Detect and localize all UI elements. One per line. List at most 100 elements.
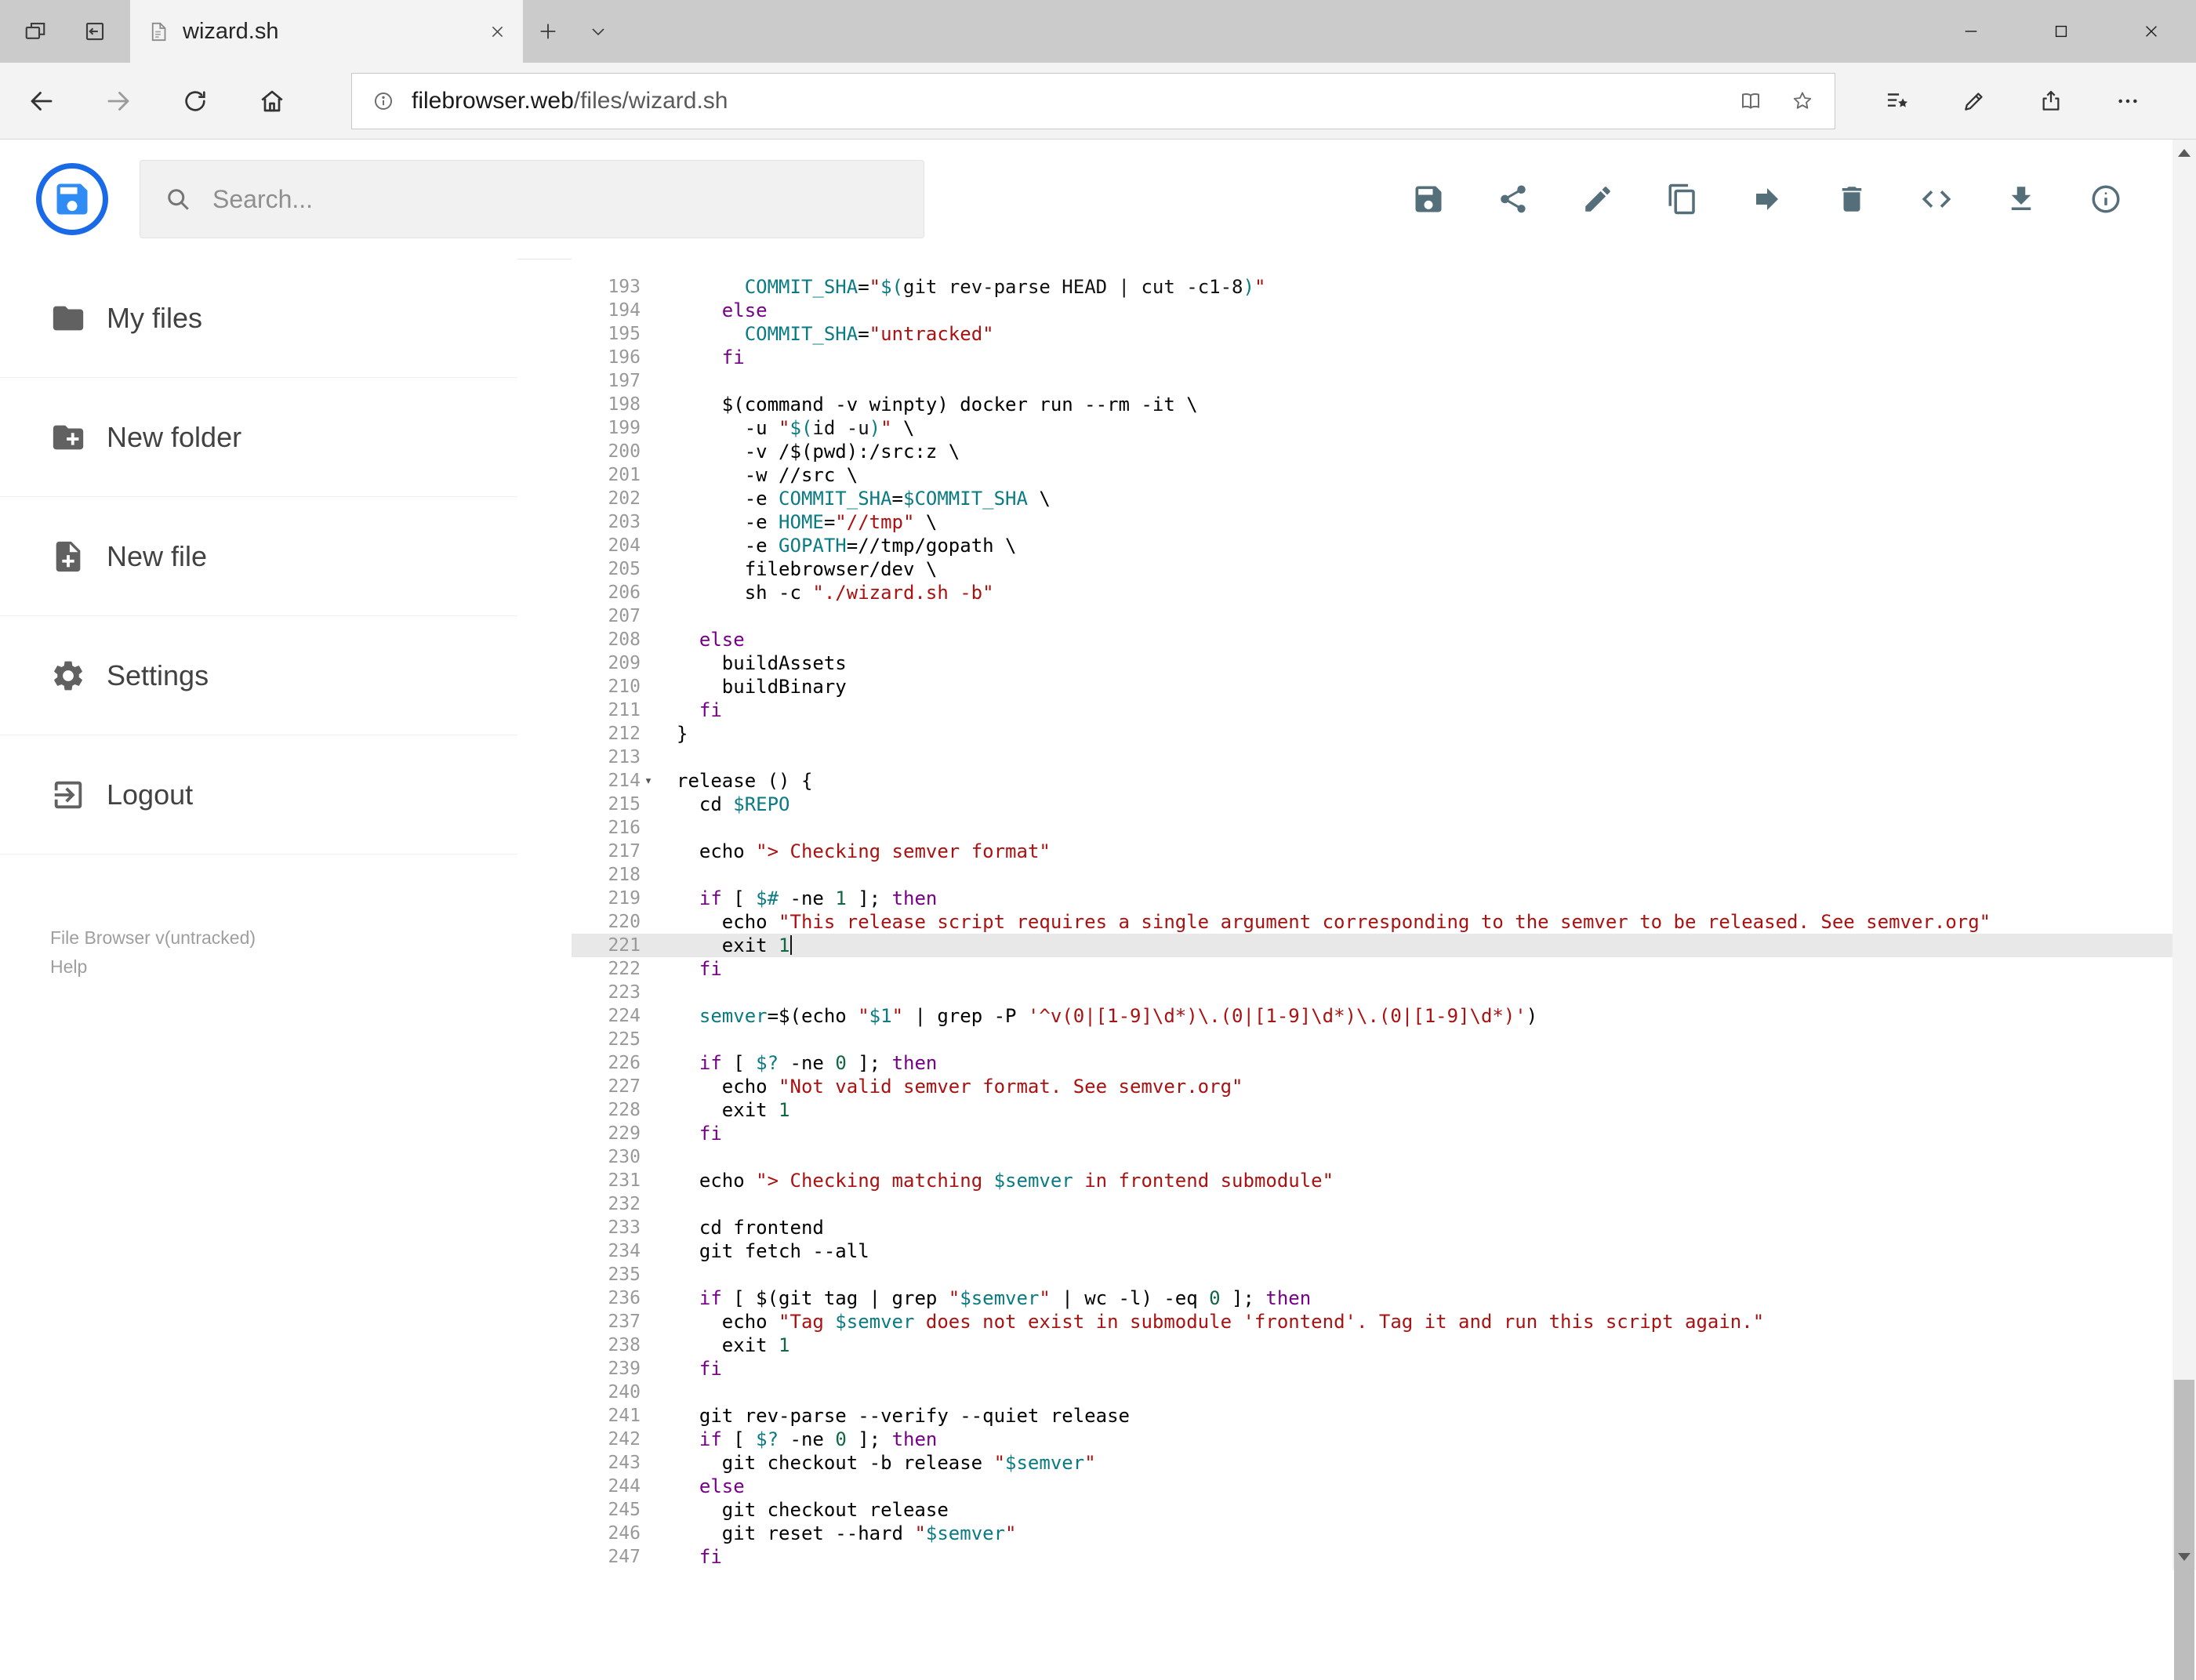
code-line[interactable]: 223 [572,981,2172,1004]
code-line[interactable]: 235 [572,1263,2172,1286]
code-line[interactable]: 197 [572,369,2172,393]
code-line[interactable]: 221 exit 1 [572,934,2172,957]
minimize-button[interactable] [1926,0,2016,63]
code-line[interactable]: 236 if [ $(git tag | grep "$semver" | wc… [572,1286,2172,1310]
code-line[interactable]: 200 -v /$(pwd):/src:z \ [572,440,2172,463]
code-line[interactable]: 245 git checkout release [572,1498,2172,1522]
browser-tab[interactable]: wizard.sh [130,0,523,63]
source-view-button[interactable] [1918,181,1955,217]
set-tabs-aside-icon[interactable] [71,0,119,63]
code-area[interactable]: 193 COMMIT_SHA="$(git rev-parse HEAD | c… [572,259,2172,1569]
code-line[interactable]: 219 if [ $# -ne 1 ]; then [572,887,2172,910]
code-line[interactable]: 246 git reset --hard "$semver" [572,1522,2172,1545]
more-options-icon[interactable] [2099,72,2157,130]
hub-favorites-icon[interactable] [1868,72,1926,130]
code-line[interactable]: 213 [572,746,2172,769]
code-line[interactable]: 231 echo "> Checking matching $semver in… [572,1169,2172,1192]
reading-view-icon[interactable] [1739,89,1762,113]
code-line[interactable]: 238 exit 1 [572,1333,2172,1357]
code-line[interactable]: 242 if [ $? -ne 0 ]; then [572,1428,2172,1451]
code-line[interactable]: 204 -e GOPATH=//tmp/gopath \ [572,534,2172,557]
code-line[interactable]: 205 filebrowser/dev \ [572,557,2172,581]
save-button[interactable] [1410,181,1446,217]
search-input[interactable]: Search... [140,160,924,238]
app-logo[interactable] [36,163,108,235]
tab-list-dropdown-icon[interactable] [573,0,623,63]
tab-preview-icon[interactable] [11,0,60,63]
code-line[interactable]: 243 git checkout -b release "$semver" [572,1451,2172,1475]
code-line[interactable]: 241 git rev-parse --verify --quiet relea… [572,1404,2172,1428]
tab-close-icon[interactable] [489,24,506,40]
download-button[interactable] [2003,181,2039,217]
code-line[interactable]: 207 [572,604,2172,628]
code-line[interactable]: 232 [572,1192,2172,1216]
new-tab-button[interactable] [523,0,573,63]
code-editor[interactable]: 193 COMMIT_SHA="$(git rev-parse HEAD | c… [572,259,2172,1570]
code-line[interactable]: 206 sh -c "./wizard.sh -b" [572,581,2172,604]
code-line[interactable]: 215 cd $REPO [572,793,2172,816]
code-line[interactable]: 239 fi [572,1357,2172,1381]
code-line[interactable]: 209 buildAssets [572,651,2172,675]
sidebar-item-my-files[interactable]: My files [0,259,517,378]
copy-button[interactable] [1664,181,1701,217]
code-line[interactable]: 227 echo "Not valid semver format. See s… [572,1075,2172,1098]
scrollbar-thumb[interactable] [2174,1380,2194,1680]
scroll-up-arrow[interactable] [2172,140,2196,166]
site-info-icon[interactable] [372,90,394,112]
sidebar-item-settings[interactable]: Settings [0,616,517,735]
rename-button[interactable] [1580,181,1616,217]
share-button[interactable] [1495,181,1531,217]
code-line[interactable]: 229 fi [572,1122,2172,1145]
code-line[interactable]: 195 COMMIT_SHA="untracked" [572,322,2172,346]
code-line[interactable]: 216 [572,816,2172,840]
close-button[interactable] [2106,0,2196,63]
favorite-star-icon[interactable] [1791,89,1814,113]
code-line[interactable]: 233 cd frontend [572,1216,2172,1239]
code-line[interactable]: 199 -u "$(id -u)" \ [572,416,2172,440]
share-icon[interactable] [2022,72,2080,130]
info-button[interactable] [2088,181,2124,217]
code-line[interactable]: 193 COMMIT_SHA="$(git rev-parse HEAD | c… [572,275,2172,299]
code-line[interactable]: 203 -e HOME="//tmp" \ [572,510,2172,534]
code-line[interactable]: 222 fi [572,957,2172,981]
code-line[interactable]: 210 buildBinary [572,675,2172,698]
code-line[interactable]: 218 [572,863,2172,887]
page-scrollbar[interactable] [2172,140,2196,1570]
code-line[interactable]: 196 fi [572,346,2172,369]
move-button[interactable] [1749,181,1785,217]
code-line[interactable]: 224 semver=$(echo "$1" | grep -P '^v(0|[… [572,1004,2172,1028]
code-line[interactable]: 211 fi [572,698,2172,722]
code-line[interactable]: 198 $(command -v winpty) docker run --rm… [572,393,2172,416]
fold-marker-icon[interactable]: ▾ [641,769,656,793]
code-line[interactable]: 220 echo "This release script requires a… [572,910,2172,934]
code-line[interactable]: 217 echo "> Checking semver format" [572,840,2172,863]
sidebar-item-logout[interactable]: Logout [0,735,517,855]
forward-button[interactable] [89,72,147,130]
code-line[interactable]: 214▾release () { [572,769,2172,793]
code-line[interactable]: 194 else [572,299,2172,322]
address-bar[interactable]: filebrowser.web/files/wizard.sh [351,73,1835,129]
help-link[interactable]: Help [50,952,256,982]
refresh-button[interactable] [166,72,224,130]
maximize-button[interactable] [2016,0,2106,63]
sidebar-item-new-folder[interactable]: New folder [0,378,517,497]
code-line[interactable]: 228 exit 1 [572,1098,2172,1122]
code-line[interactable]: 226 if [ $? -ne 0 ]; then [572,1051,2172,1075]
code-line[interactable]: 234 git fetch --all [572,1239,2172,1263]
delete-button[interactable] [1834,181,1870,217]
web-note-pen-icon[interactable] [1945,72,2003,130]
code-line[interactable]: 237 echo "Tag $semver does not exist in … [572,1310,2172,1333]
code-line[interactable]: 225 [572,1028,2172,1051]
code-line[interactable]: 212} [572,722,2172,746]
code-line[interactable]: 230 [572,1145,2172,1169]
back-button[interactable] [13,72,71,130]
code-line[interactable]: 208 else [572,628,2172,651]
sidebar-item-new-file[interactable]: New file [0,497,517,616]
code-line[interactable]: 201 -w //src \ [572,463,2172,487]
scroll-down-arrow[interactable] [2172,1544,2196,1570]
code-line[interactable]: 240 [572,1381,2172,1404]
home-button[interactable] [243,72,301,130]
code-line[interactable]: 247 fi [572,1545,2172,1569]
code-line[interactable]: 202 -e COMMIT_SHA=$COMMIT_SHA \ [572,487,2172,510]
code-line[interactable]: 244 else [572,1475,2172,1498]
